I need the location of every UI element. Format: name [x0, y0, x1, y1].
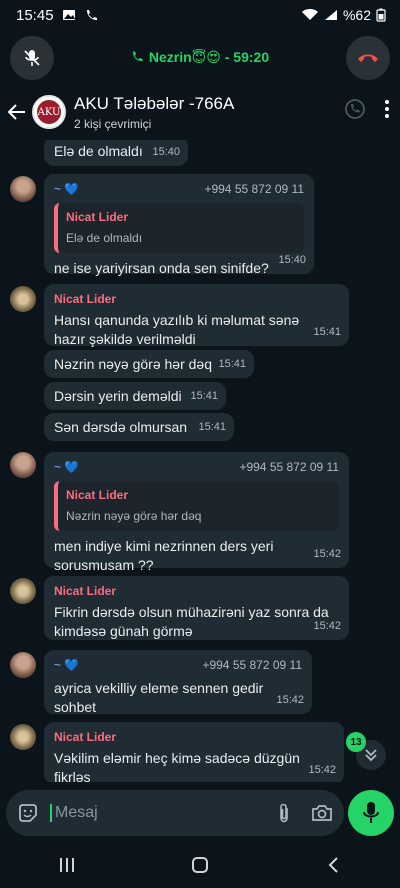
battery-icon: [376, 8, 386, 22]
camera-icon: [312, 805, 332, 821]
signal-icon: [324, 10, 337, 20]
message[interactable]: Nicat Lider Fikrin dərsdə olsun mühazirə…: [44, 576, 349, 640]
avatar[interactable]: [10, 652, 36, 678]
gallery-icon: [62, 10, 75, 20]
message[interactable]: ~ 💙 +994 55 872 09 11 ayrica vekilliy el…: [44, 650, 312, 715]
message-time: 15:42: [308, 764, 336, 776]
phone-status-icon: [86, 10, 97, 20]
home-icon: [191, 857, 208, 873]
sender-name[interactable]: Nicat Lider: [54, 290, 339, 309]
call-add-icon: [345, 99, 365, 119]
message-time: 15:40: [278, 254, 306, 266]
status-time: 15:45: [16, 6, 54, 24]
chat-title-block[interactable]: AKU Tələbələr -766A 2 kişi çevrimiçi: [74, 94, 234, 131]
avatar[interactable]: [10, 578, 36, 604]
wifi-icon: [301, 9, 318, 20]
group-avatar[interactable]: AKU: [32, 95, 66, 129]
microphone-icon: [363, 802, 379, 823]
battery-level: %62: [342, 7, 371, 23]
message-composer: [6, 790, 344, 836]
end-call-icon: [358, 54, 378, 62]
message-time: 15:41: [190, 390, 218, 402]
paperclip-icon: [280, 803, 288, 823]
quoted-message[interactable]: Nicat Lider Elə de olmaldı: [54, 203, 304, 253]
message-list[interactable]: Elə de olmaldı 15:40 ~ 💙 +994 55 872 09 …: [0, 140, 400, 782]
back-arrow-icon: [8, 104, 25, 120]
avatar[interactable]: [10, 452, 36, 478]
recent-apps-button[interactable]: [47, 850, 87, 880]
message[interactable]: Nəzrin nəyə görə hər dəq 15:41: [44, 350, 254, 378]
recents-icon: [59, 858, 74, 872]
voice-message-button[interactable]: [348, 790, 394, 836]
more-vertical-icon: [385, 100, 389, 118]
chat-header: AKU AKU Tələbələr -766A 2 kişi çevrimiçi: [0, 84, 400, 140]
message[interactable]: ~ 💙 +994 55 872 09 11 Nicat Lider Elə de…: [44, 174, 314, 276]
message-time: 15:41: [313, 326, 341, 338]
sender-phone[interactable]: +994 55 872 09 11: [202, 656, 302, 675]
avatar[interactable]: [10, 176, 36, 202]
message[interactable]: Sən dərsdə olmursan 15:41: [44, 413, 234, 441]
sender-name[interactable]: ~ 💙: [54, 458, 79, 477]
message-time: 15:40: [152, 146, 180, 158]
sender-name[interactable]: Nicat Lider: [54, 582, 339, 601]
sender-name[interactable]: Nicat Lider: [54, 728, 334, 747]
message-time: 15:41: [218, 358, 246, 370]
call-status[interactable]: Nezrin😇😍 - 59:20: [131, 49, 269, 66]
message[interactable]: Dərsin yerin deməldi 15:41: [44, 382, 226, 410]
message-time: 15:41: [198, 421, 226, 433]
message[interactable]: ~ 💙 +994 55 872 09 11 Nicat Lider Nəzrin…: [44, 452, 349, 573]
message[interactable]: Nicat Lider Hansı qanunda yazılıb ki məl…: [44, 284, 349, 347]
chat-subtitle: 2 kişi çevrimiçi: [74, 116, 152, 131]
sticker-button[interactable]: [16, 801, 40, 825]
message-text: Dərsin yerin deməldi: [54, 388, 182, 404]
message-text: Vəkilim eləmir heç kimə sadəcə düzgün fi…: [54, 750, 300, 782]
end-call-button[interactable]: [346, 36, 390, 80]
message-text: ayrica vekilliy eleme sennen gedir sohbe…: [54, 680, 264, 715]
sender-phone[interactable]: +994 55 872 09 11: [239, 458, 339, 477]
avatar[interactable]: [10, 724, 36, 750]
more-options-button[interactable]: [384, 99, 390, 124]
chat-title: AKU Tələbələr -766A: [74, 93, 235, 113]
microphone-muted-icon: [24, 50, 40, 66]
avatar[interactable]: [10, 286, 36, 312]
message-time: 15:42: [313, 548, 341, 560]
call-label: Nezrin😇😍 - 59:20: [148, 48, 270, 65]
camera-button[interactable]: [310, 801, 334, 825]
attach-button[interactable]: [272, 801, 296, 825]
message[interactable]: Elə de olmaldı 15:40: [44, 140, 188, 166]
message-text: Hansı qanunda yazılıb ki məlumat sənə ha…: [54, 312, 300, 347]
sender-name[interactable]: ~ 💙: [54, 656, 79, 675]
phone-icon: [132, 51, 143, 61]
message[interactable]: Nicat Lider Vəkilim eləmir heç kimə sadə…: [44, 722, 344, 782]
chevron-left-icon: [328, 857, 339, 873]
status-bar: 15:45 %62: [0, 0, 400, 30]
group-logo: AKU: [37, 100, 61, 124]
back-nav-button[interactable]: [313, 850, 353, 880]
add-call-button[interactable]: [344, 98, 366, 125]
message-text: Sən dərsdə olmursan: [54, 419, 188, 435]
home-button[interactable]: [180, 850, 220, 880]
message-text: Fikrin dərsdə olsun mühazirəni yaz sonra…: [54, 604, 329, 639]
sender-name[interactable]: ~ 💙: [54, 180, 79, 199]
mute-button[interactable]: [10, 36, 54, 80]
sticker-icon: [19, 804, 37, 822]
message-text: ne ise yariyirsan onda sen sinifde?: [54, 260, 269, 276]
back-button[interactable]: [6, 101, 28, 123]
message-time: 15:42: [313, 620, 341, 632]
message-time: 15:42: [276, 694, 304, 706]
double-chevron-down-icon: [365, 749, 377, 762]
message-text: men indiye kimi nezrinnen ders yeri soru…: [54, 538, 274, 573]
ongoing-call-banner[interactable]: Nezrin😇😍 - 59:20: [0, 30, 400, 84]
message-input[interactable]: [50, 804, 272, 822]
quoted-message[interactable]: Nicat Lider Nəzrin nəyə görə hər dəq: [54, 481, 339, 531]
sender-phone[interactable]: +994 55 872 09 11: [204, 180, 304, 199]
message-text: Nəzrin nəyə görə hər dəq: [54, 356, 212, 372]
message-text: Elə de olmaldı: [54, 143, 143, 159]
unread-count-badge: 13: [346, 732, 366, 752]
system-navigation-bar: [0, 842, 400, 888]
